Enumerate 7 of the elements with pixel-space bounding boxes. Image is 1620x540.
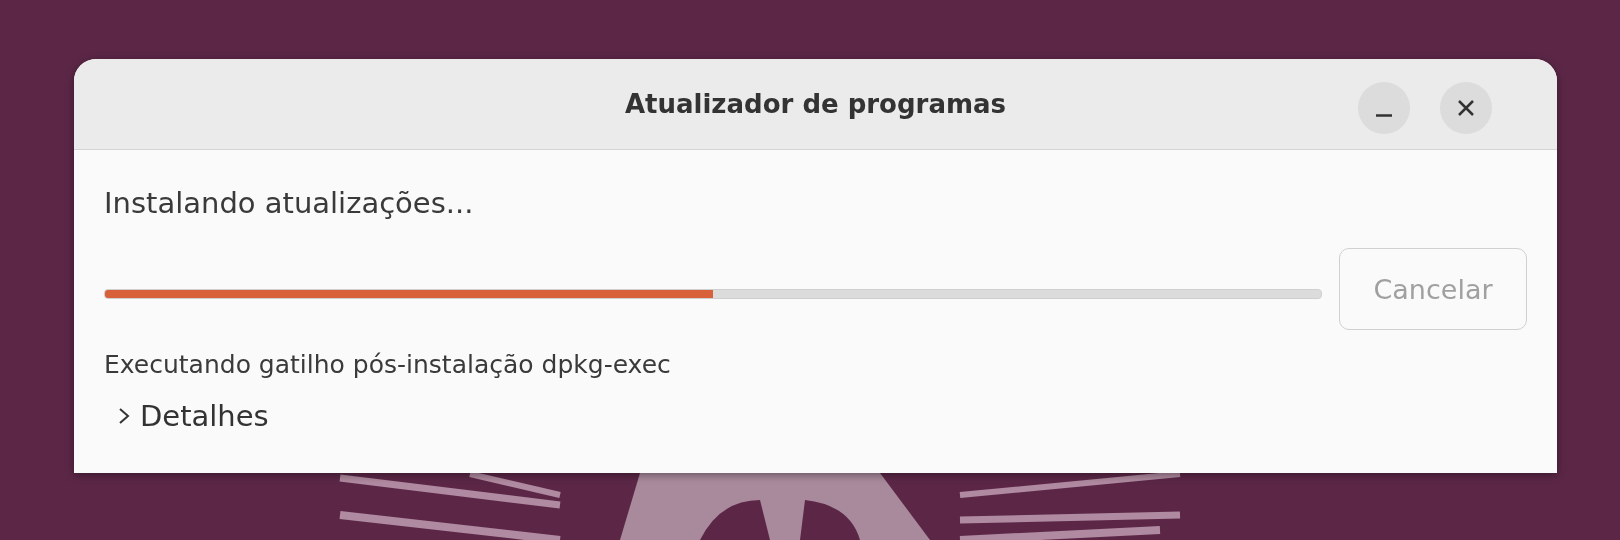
window-title: Atualizador de programas xyxy=(624,89,1007,119)
status-text: Instalando atualizações... xyxy=(104,186,474,220)
close-icon xyxy=(1458,100,1474,116)
details-expander[interactable]: Detalhes xyxy=(116,399,269,433)
detail-text: Executando gatilho pós-instalação dpkg-exec xyxy=(104,350,671,379)
close-button[interactable] xyxy=(1440,82,1492,134)
minimize-icon xyxy=(1376,113,1392,117)
